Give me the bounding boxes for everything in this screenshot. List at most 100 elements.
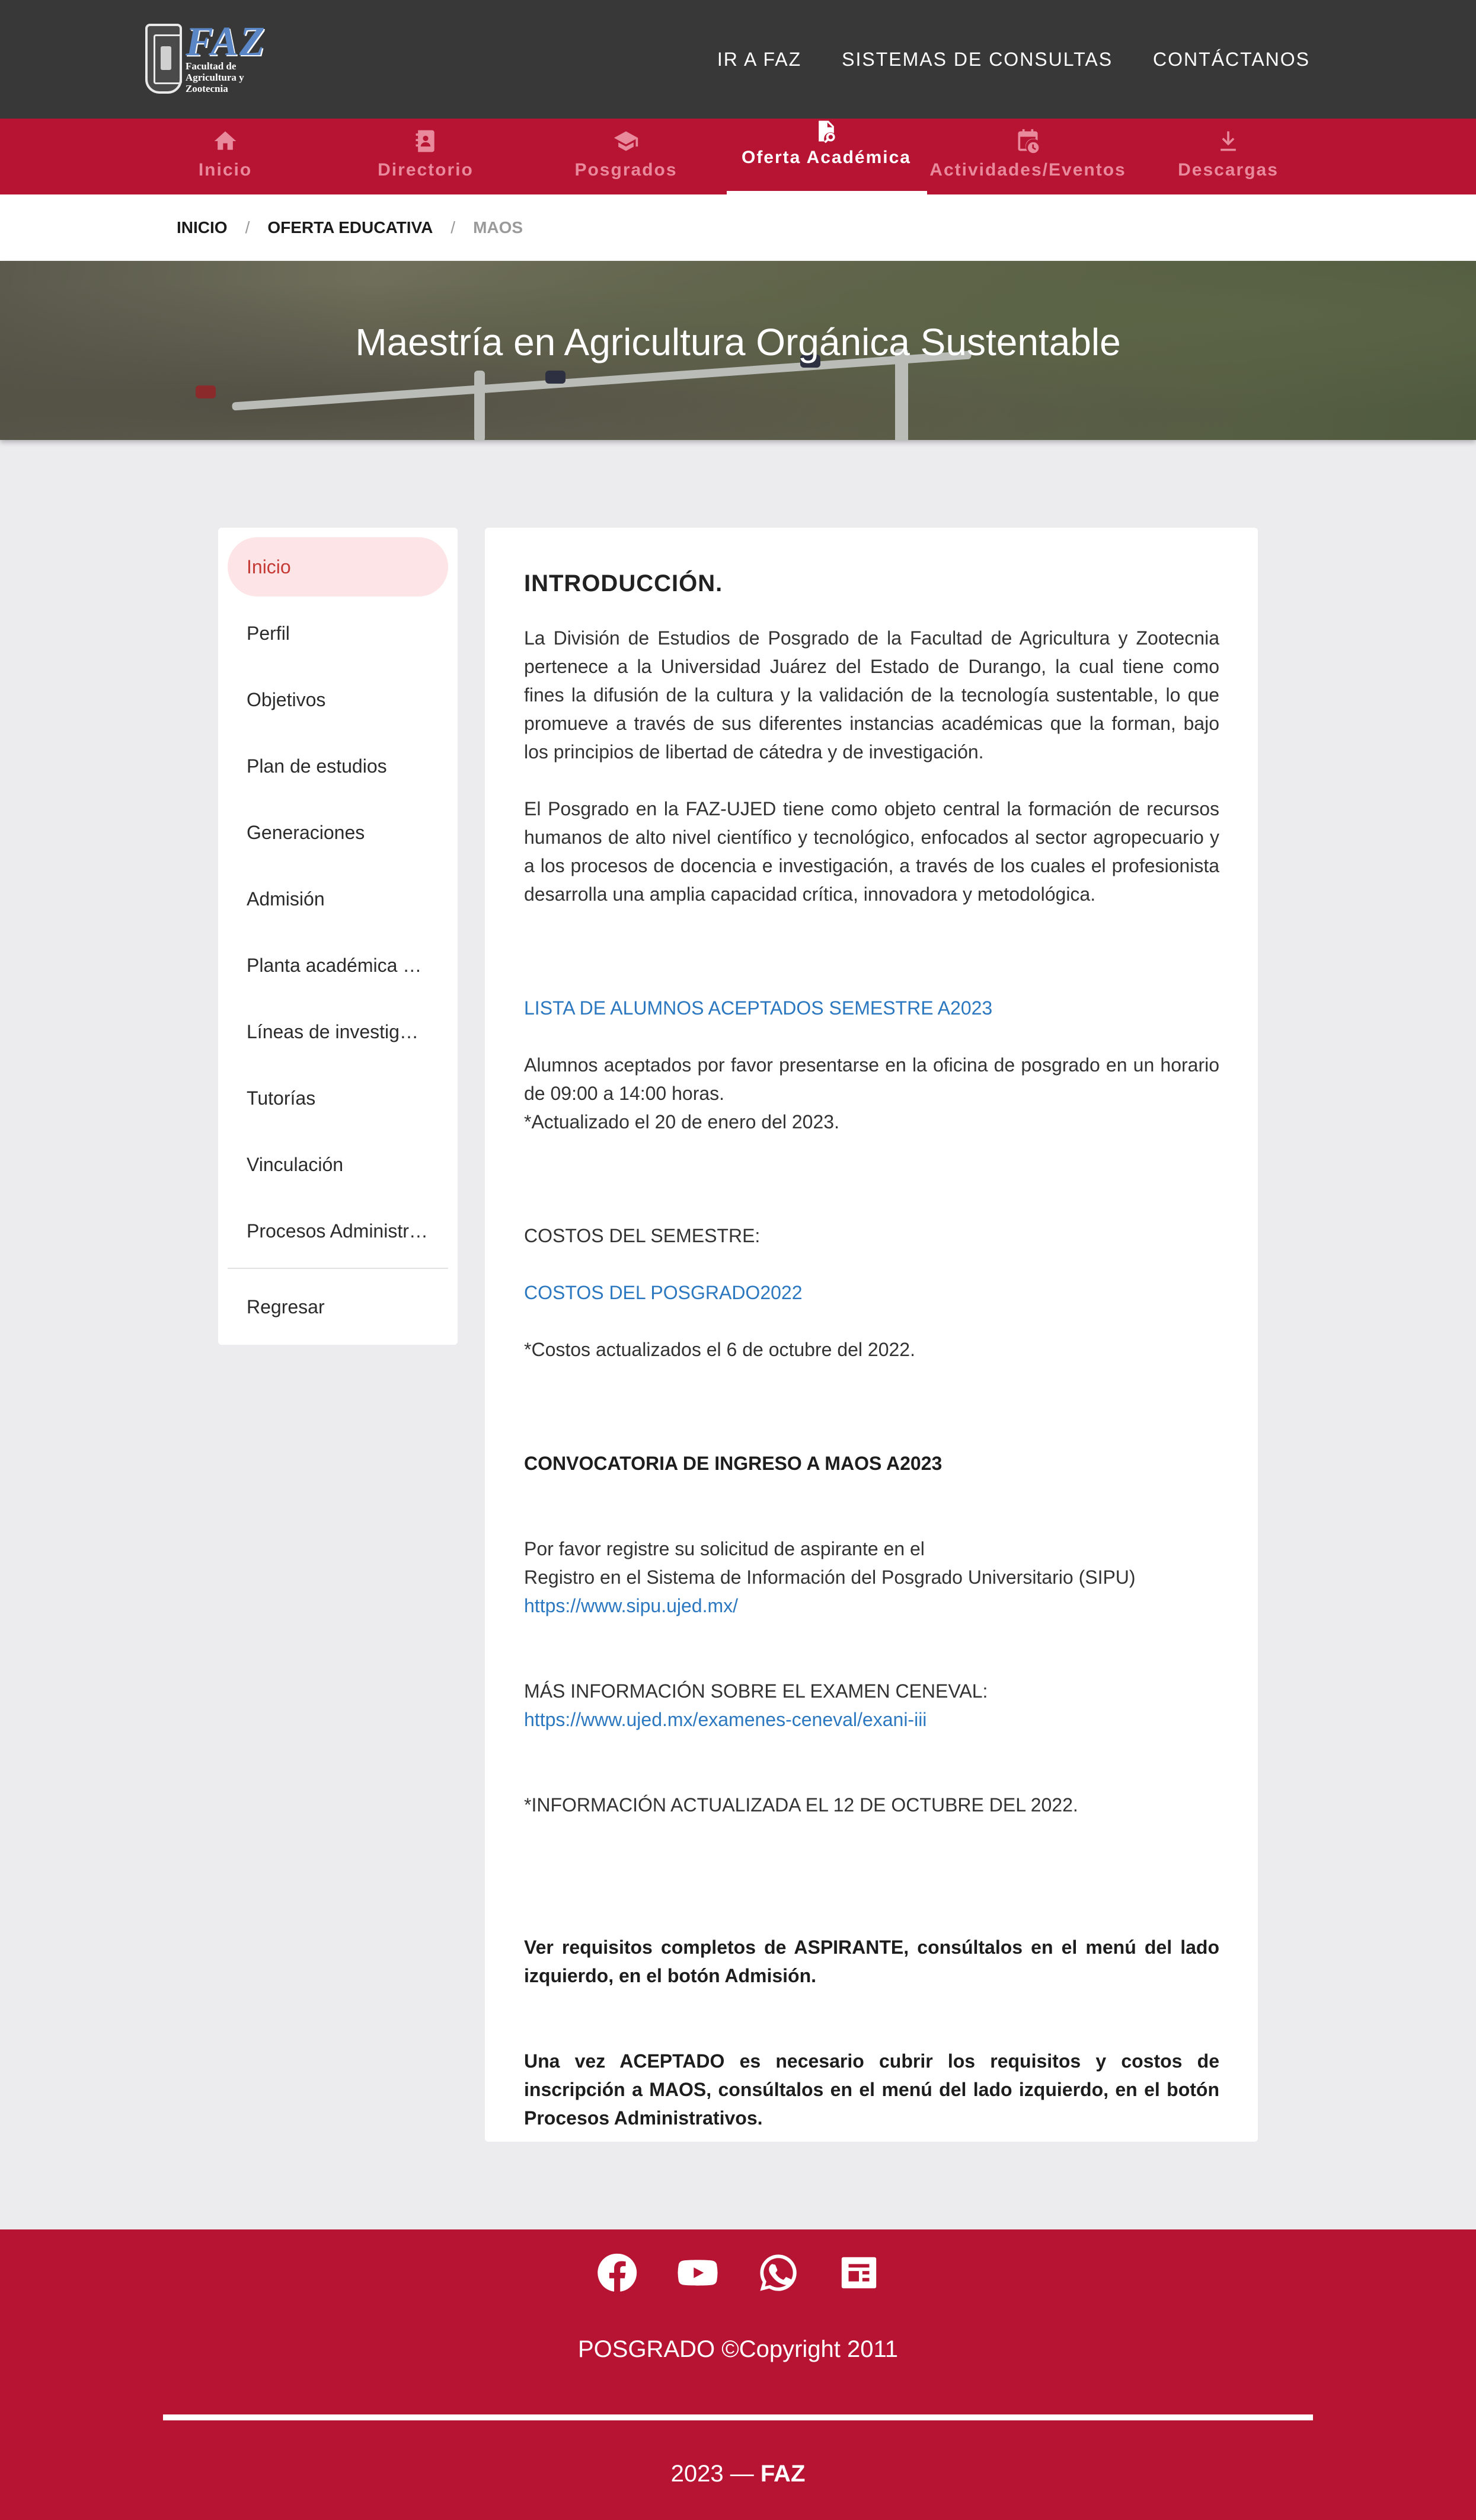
requirements-note: Ver requisitos completos de ASPIRANTE, c… [524, 1937, 1219, 1986]
main-content: INTRODUCCIÓN. La División de Estudios de… [485, 528, 1258, 2142]
footer: POSGRADO ©Copyright 2011 2023 — FAZ [0, 2229, 1476, 2520]
calendar-clock-icon [1018, 129, 1039, 154]
accepted-students-link[interactable]: LISTA DE ALUMNOS ACEPTADOS SEMESTRE A202… [524, 997, 992, 1019]
sidebar-item-procesos-administrativos[interactable]: Procesos Administr… [228, 1201, 448, 1261]
logo-lettering: FAZ Facultad de Agricultura y Zootecnia [185, 18, 276, 94]
whatsapp-link[interactable] [758, 2252, 799, 2293]
nav-item-label: Descargas [1178, 160, 1279, 180]
sidebar-item-label: Plan de estudios [247, 755, 387, 777]
youtube-link[interactable] [677, 2252, 718, 2293]
download-icon [1221, 131, 1236, 151]
sidebar-item-lineas-de-investigacion[interactable]: Líneas de investig… [228, 1002, 448, 1061]
nav-item-label: Inicio [198, 160, 253, 180]
link-contactanos[interactable]: CONTÁCTANOS [1153, 49, 1310, 71]
footer-year-text: 2023 — [670, 2461, 761, 2487]
footer-brand: FAZ [760, 2461, 806, 2487]
sidebar-item-label: Admisión [247, 888, 325, 910]
breadcrumb-separator: / [245, 218, 250, 237]
page-title: Maestría en Agricultura Orgánica Sustent… [355, 321, 1121, 363]
ceneval-link[interactable]: https://www.ujed.mx/examenes-ceneval/exa… [524, 1709, 927, 1730]
top-header: FAZ Facultad de Agricultura y Zootecnia … [0, 0, 1476, 119]
costs-link[interactable]: COSTOS DEL POSGRADO2022 [524, 1282, 803, 1303]
sidebar-item-admision[interactable]: Admisión [228, 869, 448, 929]
breadcrumb-current: MAOS [473, 218, 523, 237]
nav-item-label: Actividades/Eventos [929, 160, 1126, 180]
sidebar-item-tutorias[interactable]: Tutorías [228, 1068, 448, 1128]
sidebar-item-plan-de-estudios[interactable]: Plan de estudios [228, 736, 448, 796]
faz-logo[interactable]: FAZ Facultad de Agricultura y Zootecnia [145, 18, 276, 95]
sidebar-item-vinculacion[interactable]: Vinculación [228, 1135, 448, 1194]
nav-item-label: Posgrados [574, 160, 678, 180]
footer-year-line: 2023 — FAZ [0, 2461, 1476, 2487]
social-links [0, 2252, 1476, 2293]
sidebar-item-label: Vinculación [247, 1153, 344, 1175]
sidebar-item-regresar[interactable]: Regresar [228, 1277, 448, 1336]
intro-heading: INTRODUCCIÓN. [524, 570, 723, 596]
logo-subtext-2: Agricultura y Zootecnia [185, 71, 244, 94]
nav-item-label: Directorio [378, 160, 474, 180]
sidebar-item-label: Tutorías [247, 1087, 316, 1109]
sidebar-divider [228, 1268, 448, 1269]
accepted-students-text: Alumnos aceptados por favor presentarse … [524, 1054, 1219, 1104]
breadcrumb: INICIO / OFERTA EDUCATIVA / MAOS [0, 194, 1476, 261]
sidebar-item-label: Planta académica … [247, 954, 422, 976]
sidebar-item-label: Inicio [247, 556, 291, 578]
sidebar-item-inicio[interactable]: Inicio [228, 537, 448, 596]
sidebar-item-label: Objetivos [247, 688, 326, 710]
crest-icon [145, 24, 182, 94]
sidebar-item-planta-academica[interactable]: Planta académica … [228, 936, 448, 995]
footer-divider [163, 2414, 1313, 2420]
hero-valve [545, 371, 566, 384]
hero-valve [196, 385, 216, 398]
ceneval-text: MÁS INFORMACIÓN SOBRE EL EXAMEN CENEVAL: [524, 1680, 988, 1702]
sidebar-item-generaciones[interactable]: Generaciones [228, 803, 448, 862]
nav-item-oferta-academica[interactable]: Oferta Académica [726, 119, 927, 194]
sidebar-item-label: Generaciones [247, 821, 365, 843]
nav-item-descargas[interactable]: Descargas [1127, 119, 1329, 194]
hero-pipe [474, 371, 485, 440]
top-nav: IR A FAZ SISTEMAS DE CONSULTAS CONTÁCTAN… [717, 0, 1310, 119]
info-updated: *INFORMACIÓN ACTUALIZADA EL 12 DE OCTUBR… [524, 1794, 1078, 1816]
nav-item-posgrados[interactable]: Posgrados [525, 119, 727, 194]
register-text-1: Por favor registre su solicitud de aspir… [524, 1538, 925, 1559]
facebook-icon [598, 2253, 637, 2292]
register-text-2: Registro en el Sistema de Información de… [524, 1567, 1136, 1588]
breadcrumb-inicio[interactable]: INICIO [177, 218, 228, 237]
costs-updated: *Costos actualizados el 6 de octubre del… [524, 1339, 915, 1360]
newspaper-icon [841, 2257, 877, 2289]
link-ir-a-faz[interactable]: IR A FAZ [717, 49, 801, 71]
facebook-link[interactable] [596, 2252, 638, 2293]
logo-text: FAZ [185, 18, 266, 65]
link-sistemas-de-consultas[interactable]: SISTEMAS DE CONSULTAS [842, 49, 1113, 71]
nav-item-actividades-eventos[interactable]: Actividades/Eventos [927, 119, 1129, 194]
accepted-requirements-note: Una vez ACEPTADO es necesario cubrir los… [524, 2050, 1219, 2129]
address-book-icon [416, 130, 435, 152]
sidebar-item-label: Regresar [247, 1296, 325, 1318]
sipu-link[interactable]: https://www.sipu.ujed.mx/ [524, 1595, 738, 1616]
sidebar-menu: Inicio Perfil Objetivos Plan de estudios… [218, 528, 458, 1345]
nav-item-directorio[interactable]: Directorio [325, 119, 526, 194]
sidebar-item-perfil[interactable]: Perfil [228, 604, 448, 663]
file-search-icon [819, 120, 835, 143]
copyright-text: POSGRADO ©Copyright 2011 [577, 2336, 899, 2362]
nav-item-inicio[interactable]: Inicio [124, 119, 326, 194]
breadcrumb-oferta-educativa[interactable]: OFERTA EDUCATIVA [267, 218, 433, 237]
graduation-cap-icon [614, 131, 638, 151]
costs-heading: COSTOS DEL SEMESTRE: [524, 1225, 761, 1246]
whatsapp-icon [760, 2254, 797, 2291]
main-nav: Inicio Directorio Posgrados Oferta Acadé… [0, 119, 1476, 194]
hero-banner: Maestría en Agricultura Orgánica Sustent… [0, 261, 1476, 440]
logo-subtext-1: Facultad de [185, 60, 237, 72]
nav-item-label: Oferta Académica [741, 148, 911, 167]
intro-paragraph-2: El Posgrado en la FAZ-UJED tiene como ob… [524, 798, 1219, 905]
news-link[interactable] [838, 2252, 880, 2293]
sidebar-item-label: Líneas de investig… [247, 1020, 418, 1042]
breadcrumb-separator: / [451, 218, 456, 237]
sidebar-item-label: Perfil [247, 622, 290, 644]
accepted-students-updated: *Actualizado el 20 de enero del 2023. [524, 1111, 839, 1133]
sidebar-item-label: Procesos Administr… [247, 1220, 428, 1242]
youtube-icon [678, 2260, 718, 2286]
intro-paragraph-1: La División de Estudios de Posgrado de l… [524, 627, 1219, 763]
sidebar-item-objetivos[interactable]: Objetivos [228, 670, 448, 729]
call-heading: CONVOCATORIA DE INGRESO A MAOS A2023 [524, 1453, 943, 1474]
